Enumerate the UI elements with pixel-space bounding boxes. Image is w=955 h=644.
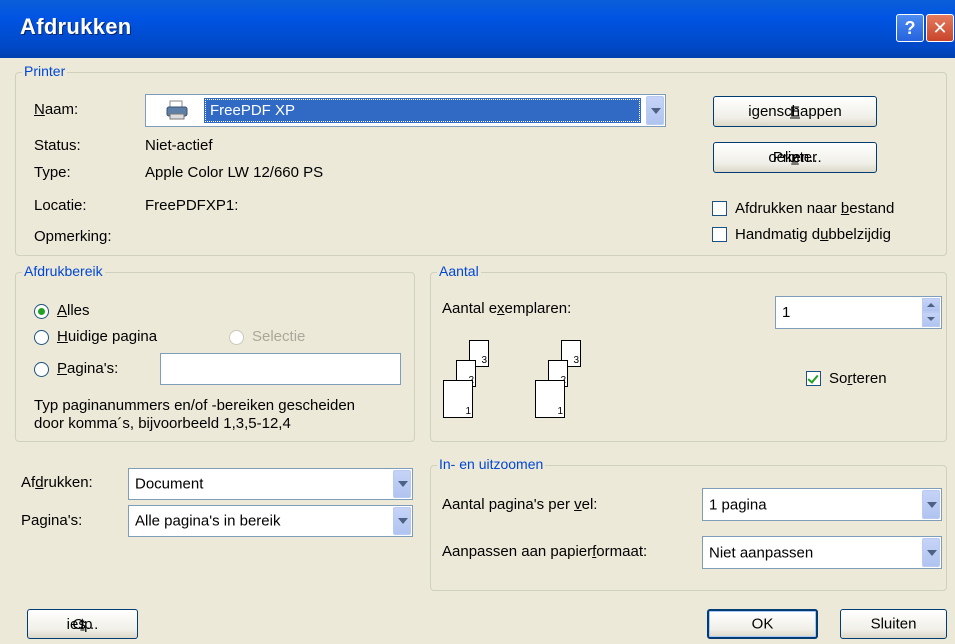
manual-duplex-checkbox[interactable] — [712, 227, 727, 242]
range-current-radio[interactable] — [34, 330, 49, 345]
collate-stack-icon-2: 3 2 1 — [535, 340, 595, 420]
print-to-file-checkbox[interactable] — [712, 201, 727, 216]
range-pages-radio[interactable] — [34, 362, 49, 377]
range-selection-label[interactable]: Selectie — [252, 328, 305, 345]
location-value: FreePDFXP1: — [145, 197, 239, 214]
print-what-label: Afdrukken: — [21, 474, 93, 491]
chevron-down-icon[interactable] — [393, 470, 411, 498]
copies-count-label: Aantal exemplaren: — [442, 300, 572, 317]
close-window-button[interactable]: ✕ — [926, 14, 954, 42]
printer-name-select[interactable]: FreePDF XP — [145, 94, 666, 127]
pages-per-sheet-label: Aantal pagina's per vel: — [442, 496, 598, 513]
chevron-down-icon[interactable] — [922, 490, 940, 519]
ok-button[interactable]: OK — [707, 609, 818, 639]
print-range-group-label: Afdrukbereik — [22, 263, 105, 279]
print-to-file-label[interactable]: Afdrukken naar bestand — [735, 200, 894, 217]
range-hint-line2: door komma´s, bijvoorbeeld 1,3,5-12,4 — [34, 415, 291, 432]
help-button[interactable]: ? — [896, 14, 924, 42]
printer-group-label: Printer — [22, 63, 68, 79]
range-selection-radio[interactable] — [229, 330, 244, 345]
print-what-select[interactable]: Document — [128, 468, 413, 500]
status-label: Status: — [34, 137, 81, 154]
scale-to-paper-select[interactable]: Niet aanpassen — [702, 536, 942, 569]
printer-name-value: FreePDF XP — [204, 98, 641, 123]
range-all-label[interactable]: Alles — [57, 302, 90, 319]
location-label: Locatie: — [34, 197, 87, 214]
options-button[interactable]: Op t ies... — [27, 609, 138, 639]
type-value: Apple Color LW 12/660 PS — [145, 164, 324, 181]
spinner-up-icon[interactable] — [922, 298, 940, 312]
title-bar[interactable]: Afdrukken ? ✕ — [0, 0, 955, 58]
page-range-input[interactable] — [160, 353, 401, 385]
pages-per-sheet-select[interactable]: 1 pagina — [702, 488, 942, 521]
copies-group-label: Aantal — [437, 263, 481, 279]
collate-stack-icon-1: 3 2 1 — [443, 340, 503, 420]
collate-checkbox[interactable] — [806, 371, 821, 386]
type-label: Type: — [34, 164, 71, 181]
collate-label[interactable]: Sorteren — [829, 370, 887, 387]
comment-label: Opmerking: — [34, 228, 112, 245]
zoom-group-label: In- en uitzoomen — [437, 456, 546, 472]
pages-per-sheet-value: 1 pagina — [709, 496, 767, 513]
print-pages-select[interactable]: Alle pagina's in bereik — [128, 505, 413, 537]
status-value: Niet-actief — [145, 137, 213, 154]
printer-name-label: Naam: — [34, 101, 79, 118]
close-button[interactable]: Sluiten — [840, 609, 947, 639]
range-hint-line1: Typ paginanummers en/of -bereiken gesche… — [34, 397, 356, 414]
copies-count-value: 1 — [782, 304, 791, 321]
scale-to-paper-value: Niet aanpassen — [709, 544, 814, 561]
scale-to-paper-label: Aanpassen aan papierformaat: — [442, 543, 648, 560]
window-title: Afdrukken — [20, 14, 132, 39]
range-current-label[interactable]: Huidige pagina — [57, 328, 157, 345]
range-pages-label[interactable]: Pagina's: — [57, 360, 118, 377]
printer-icon — [166, 100, 188, 120]
print-pages-label: Pagina's: — [21, 512, 83, 529]
manual-duplex-label[interactable]: Handmatig dubbelzijdig — [735, 226, 891, 243]
chevron-down-icon[interactable] — [646, 96, 664, 125]
chevron-down-icon[interactable] — [393, 507, 411, 535]
chevron-down-icon[interactable] — [922, 538, 940, 567]
spinner-down-icon[interactable] — [922, 312, 940, 327]
properties-button[interactable]: Eigenschappen — [713, 96, 877, 127]
copies-count-input[interactable]: 1 — [775, 296, 942, 329]
find-printer-button[interactable]: Printer z oeken... — [713, 142, 877, 173]
print-what-value: Document — [135, 475, 204, 493]
zoom-group — [430, 465, 947, 591]
print-pages-value: Alle pagina's in bereik — [135, 512, 281, 530]
range-all-radio[interactable] — [34, 304, 49, 319]
